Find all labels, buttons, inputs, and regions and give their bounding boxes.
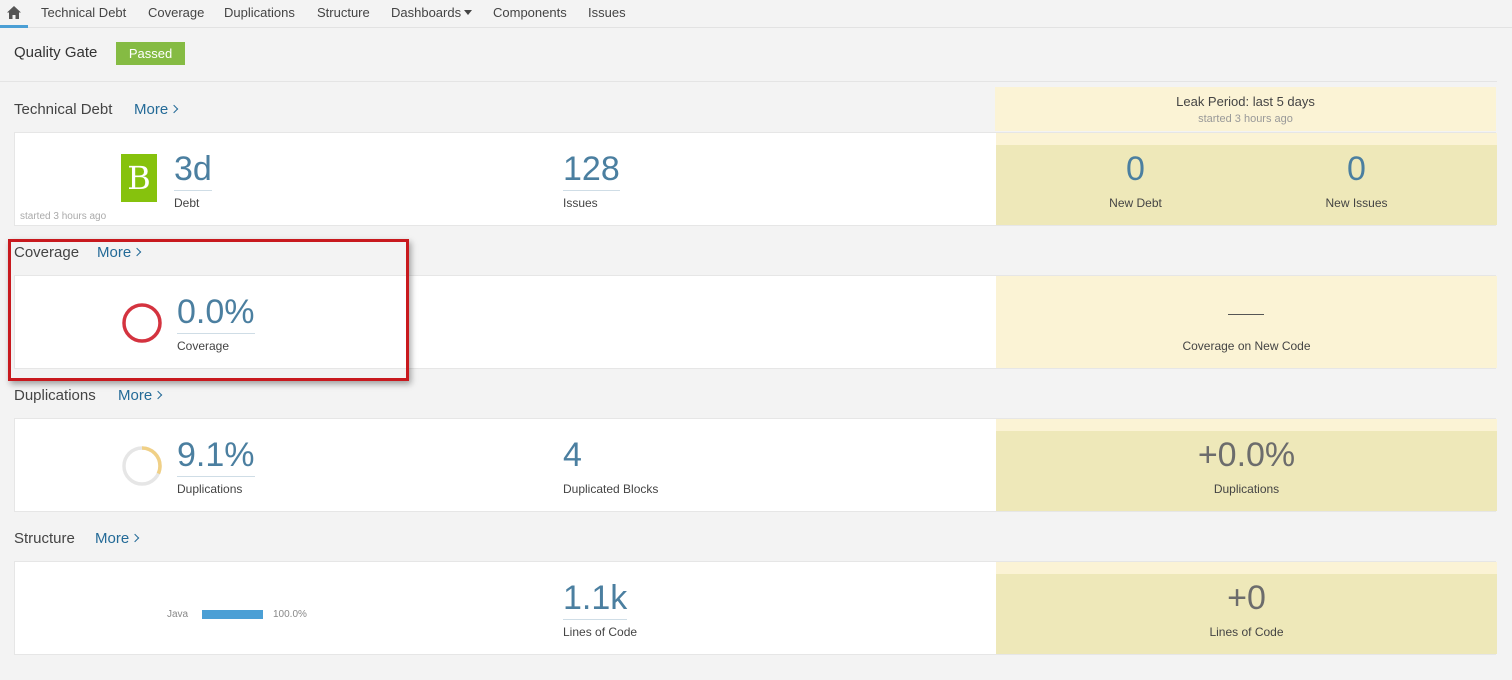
new-lines-of-code-label: Lines of Code <box>1209 625 1284 639</box>
structure-panel: +0 Lines of Code Java 100.0% 1.1k Lines … <box>14 561 1497 655</box>
leak-period-subtitle: started 3 hours ago <box>1198 113 1293 125</box>
nav-home[interactable] <box>0 0 28 28</box>
chevron-right-icon <box>169 104 179 114</box>
leak-zone: Coverage on New Code <box>996 276 1497 368</box>
more-label: More <box>134 101 169 118</box>
new-duplications-label: Duplications <box>1213 482 1280 496</box>
nav-technical-debt[interactable]: Technical Debt <box>41 5 126 20</box>
top-navigation: Technical Debt Coverage Duplications Str… <box>0 0 1512 28</box>
leak-period-header: Leak Period: last 5 days started 3 hours… <box>995 87 1496 131</box>
more-label: More <box>97 244 132 261</box>
language-percentage: 100.0% <box>273 609 307 620</box>
coverage-value[interactable]: 0.0% <box>177 295 255 334</box>
coverage-more-link[interactable]: More <box>97 244 142 261</box>
duplications-more-link[interactable]: More <box>118 387 163 404</box>
structure-more-link[interactable]: More <box>95 530 140 547</box>
debt-rating-badge: B <box>121 154 157 202</box>
coverage-panel: Coverage on New Code 0.0% Coverage <box>14 275 1497 369</box>
issues-label: Issues <box>563 196 598 210</box>
nav-dashboards[interactable]: Dashboards <box>391 5 473 20</box>
more-label: More <box>95 530 130 547</box>
chevron-right-icon <box>130 533 140 543</box>
structure-title: Structure <box>14 530 75 547</box>
issues-value[interactable]: 128 <box>563 152 620 191</box>
duplications-donut <box>122 446 162 486</box>
debt-label: Debt <box>174 196 200 210</box>
leak-zone: +0.0% Duplications <box>996 419 1497 511</box>
nav-coverage[interactable]: Coverage <box>148 5 204 20</box>
new-lines-of-code-value[interactable]: +0 <box>996 581 1497 615</box>
new-issues-label: New Issues <box>1325 196 1388 210</box>
quality-gate-status-badge: Passed <box>116 42 185 65</box>
duplicated-blocks-label: Duplicated Blocks <box>563 482 659 496</box>
leak-zone: +0 Lines of Code <box>996 562 1497 654</box>
coverage-title: Coverage <box>14 244 80 261</box>
nav-issues[interactable]: Issues <box>588 5 626 20</box>
duplicated-blocks-value[interactable]: 4 <box>563 438 582 472</box>
new-duplications-value[interactable]: +0.0% <box>996 438 1497 472</box>
coverage-donut <box>122 303 162 343</box>
lines-of-code-value[interactable]: 1.1k <box>563 581 628 620</box>
lines-of-code-label: Lines of Code <box>563 625 638 639</box>
coverage-label: Coverage <box>177 339 230 353</box>
debt-value[interactable]: 3d <box>174 152 212 191</box>
technical-debt-panel: 0 New Debt 0 New Issues B started 3 hour… <box>14 132 1497 226</box>
duplications-value[interactable]: 9.1% <box>177 438 255 477</box>
chevron-right-icon <box>153 390 163 400</box>
home-icon <box>7 6 21 19</box>
caret-down-icon <box>464 10 473 15</box>
coverage-new-code-label: Coverage on New Code <box>1182 339 1311 353</box>
divider <box>0 81 1497 82</box>
debt-started-note: started 3 hours ago <box>20 211 107 222</box>
duplications-label: Duplications <box>177 482 243 496</box>
coverage-new-code-dash <box>1228 314 1264 315</box>
duplications-panel: +0.0% Duplications 9.1% Duplications 4 D… <box>14 418 1497 512</box>
chevron-right-icon <box>132 247 142 257</box>
technical-debt-title: Technical Debt <box>14 101 113 118</box>
nav-structure[interactable]: Structure <box>317 5 370 20</box>
language-name: Java <box>167 609 189 620</box>
new-issues-value[interactable]: 0 <box>1217 152 1496 186</box>
quality-gate-label: Quality Gate <box>14 44 98 61</box>
language-distribution-bar <box>202 610 263 619</box>
duplications-title: Duplications <box>14 387 96 404</box>
nav-components[interactable]: Components <box>493 5 567 20</box>
leak-period-title: Leak Period: last 5 days <box>1176 94 1315 109</box>
more-label: More <box>118 387 153 404</box>
leak-zone: 0 New Debt 0 New Issues <box>996 133 1497 225</box>
nav-dashboards-label: Dashboards <box>391 5 462 20</box>
technical-debt-more-link[interactable]: More <box>134 101 179 118</box>
nav-duplications[interactable]: Duplications <box>224 5 295 20</box>
